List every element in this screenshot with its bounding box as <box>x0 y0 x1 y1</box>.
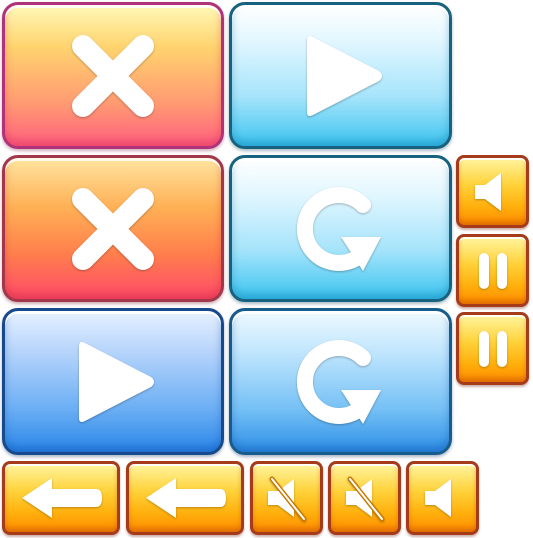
arrow-left-icon <box>146 478 226 518</box>
replay-button[interactable] <box>229 308 452 455</box>
pause-icon <box>478 330 507 367</box>
replay-icon <box>296 186 381 271</box>
mute-button[interactable] <box>328 461 401 535</box>
speaker-icon <box>474 172 501 211</box>
play-icon <box>306 35 382 116</box>
play-button[interactable] <box>2 308 224 455</box>
sound-button[interactable] <box>456 155 529 228</box>
speaker-icon <box>424 479 451 517</box>
speaker-muted-icon <box>267 476 306 522</box>
pause-button[interactable] <box>456 234 529 307</box>
play-button[interactable] <box>229 2 452 149</box>
arrow-left-icon <box>22 478 102 518</box>
back-button[interactable] <box>126 461 244 535</box>
close-icon <box>72 187 154 270</box>
sound-button[interactable] <box>406 461 479 535</box>
speaker-muted-icon <box>345 476 384 522</box>
pause-button[interactable] <box>456 312 529 385</box>
mute-button[interactable] <box>250 461 323 535</box>
replay-icon <box>296 339 381 424</box>
close-button[interactable] <box>2 155 224 302</box>
close-icon <box>72 34 154 117</box>
back-button[interactable] <box>2 461 120 535</box>
replay-button[interactable] <box>229 155 452 302</box>
play-icon <box>79 341 154 422</box>
close-button[interactable] <box>2 2 224 149</box>
pause-icon <box>478 252 507 289</box>
